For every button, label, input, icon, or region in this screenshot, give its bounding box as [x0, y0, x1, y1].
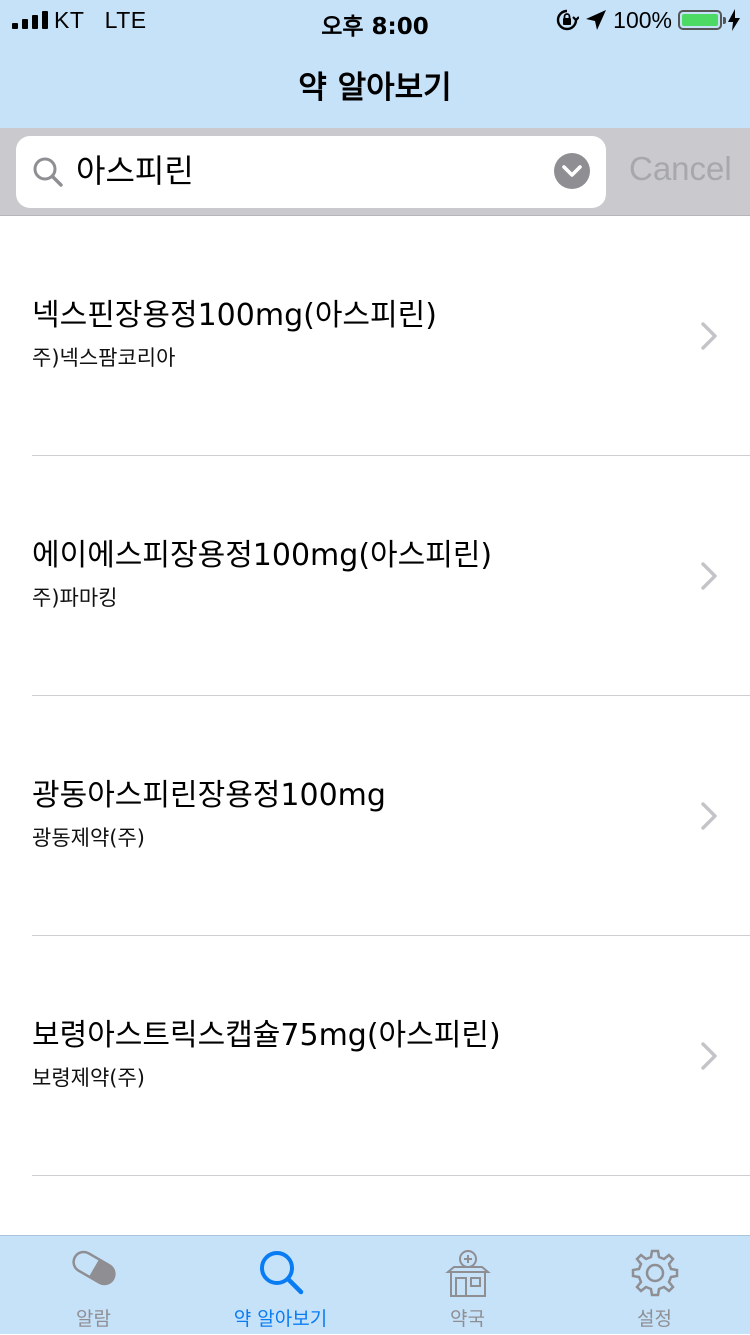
list-item[interactable]: 넥스핀장용정100mg(아스피린) 주)넥스팜코리아 [0, 216, 750, 456]
chevron-right-icon [701, 562, 717, 590]
search-bar: 아스피린 Cancel [0, 128, 750, 216]
page-title: 약 알아보기 [298, 70, 452, 106]
drug-maker: 보령제약(주) [32, 1066, 145, 1090]
status-right: 100% [555, 6, 740, 34]
drug-name: 보령아스트릭스캡슐75mg(아스피린) [32, 1018, 501, 1053]
battery-icon [678, 10, 726, 30]
drug-name: 광동아스피린장용정100mg [32, 778, 386, 813]
drug-maker: 광동제약(주) [32, 826, 145, 850]
tab-drug-search[interactable]: 약 알아보기 [187, 1236, 374, 1335]
list-item[interactable]: 보령아스트릭스캡슐75mg(아스피린) 보령제약(주) [0, 936, 750, 1176]
status-bar: KT LTE 오후 8:00 100% [0, 0, 750, 40]
top-bar: KT LTE 오후 8:00 100% 약 알아보기 [0, 0, 750, 128]
drug-name: 에이에스피장용정100mg(아스피린) [32, 538, 493, 573]
result-list: 넥스핀장용정100mg(아스피린) 주)넥스팜코리아 에이에스피장용정100mg… [0, 216, 750, 1176]
clear-search-button[interactable] [554, 153, 590, 189]
location-arrow-icon [586, 10, 607, 30]
pill-icon [71, 1250, 116, 1286]
search-icon [33, 157, 63, 187]
pharmacy-icon [444, 1250, 491, 1297]
drug-name: 넥스핀장용정100mg(아스피린) [32, 298, 437, 333]
search-query[interactable]: 아스피린 [76, 152, 194, 190]
chevron-right-icon [701, 322, 717, 350]
chevron-right-icon [701, 802, 717, 830]
cancel-button[interactable]: Cancel [629, 150, 732, 188]
search-icon [259, 1251, 303, 1295]
chevron-down-icon [562, 165, 582, 177]
tab-alarm[interactable]: 알람 [0, 1236, 187, 1335]
chevron-right-icon [701, 1042, 717, 1070]
row-divider [32, 1175, 750, 1176]
tab-label: 약국 [450, 1308, 485, 1330]
list-item[interactable]: 에이에스피장용정100mg(아스피린) 주)파마킹 [0, 456, 750, 696]
drug-maker: 주)파마킹 [32, 586, 118, 610]
tab-label: 약 알아보기 [233, 1308, 328, 1330]
charging-bolt-icon [728, 9, 740, 31]
search-input[interactable]: 아스피린 [16, 136, 606, 208]
list-item[interactable]: 광동아스피린장용정100mg 광동제약(주) [0, 696, 750, 936]
drug-maker: 주)넥스팜코리아 [32, 346, 176, 370]
battery-percent: 100% [613, 6, 672, 33]
tab-settings[interactable]: 설정 [561, 1236, 748, 1335]
tab-label: 설정 [637, 1308, 672, 1330]
tab-label: 알람 [76, 1308, 111, 1330]
tab-pharmacy[interactable]: 약국 [374, 1236, 561, 1335]
gear-icon [631, 1249, 678, 1297]
tab-bar: 알람 약 알아보기 약국 설정 [0, 1235, 750, 1334]
orientation-lock-icon [557, 9, 580, 31]
